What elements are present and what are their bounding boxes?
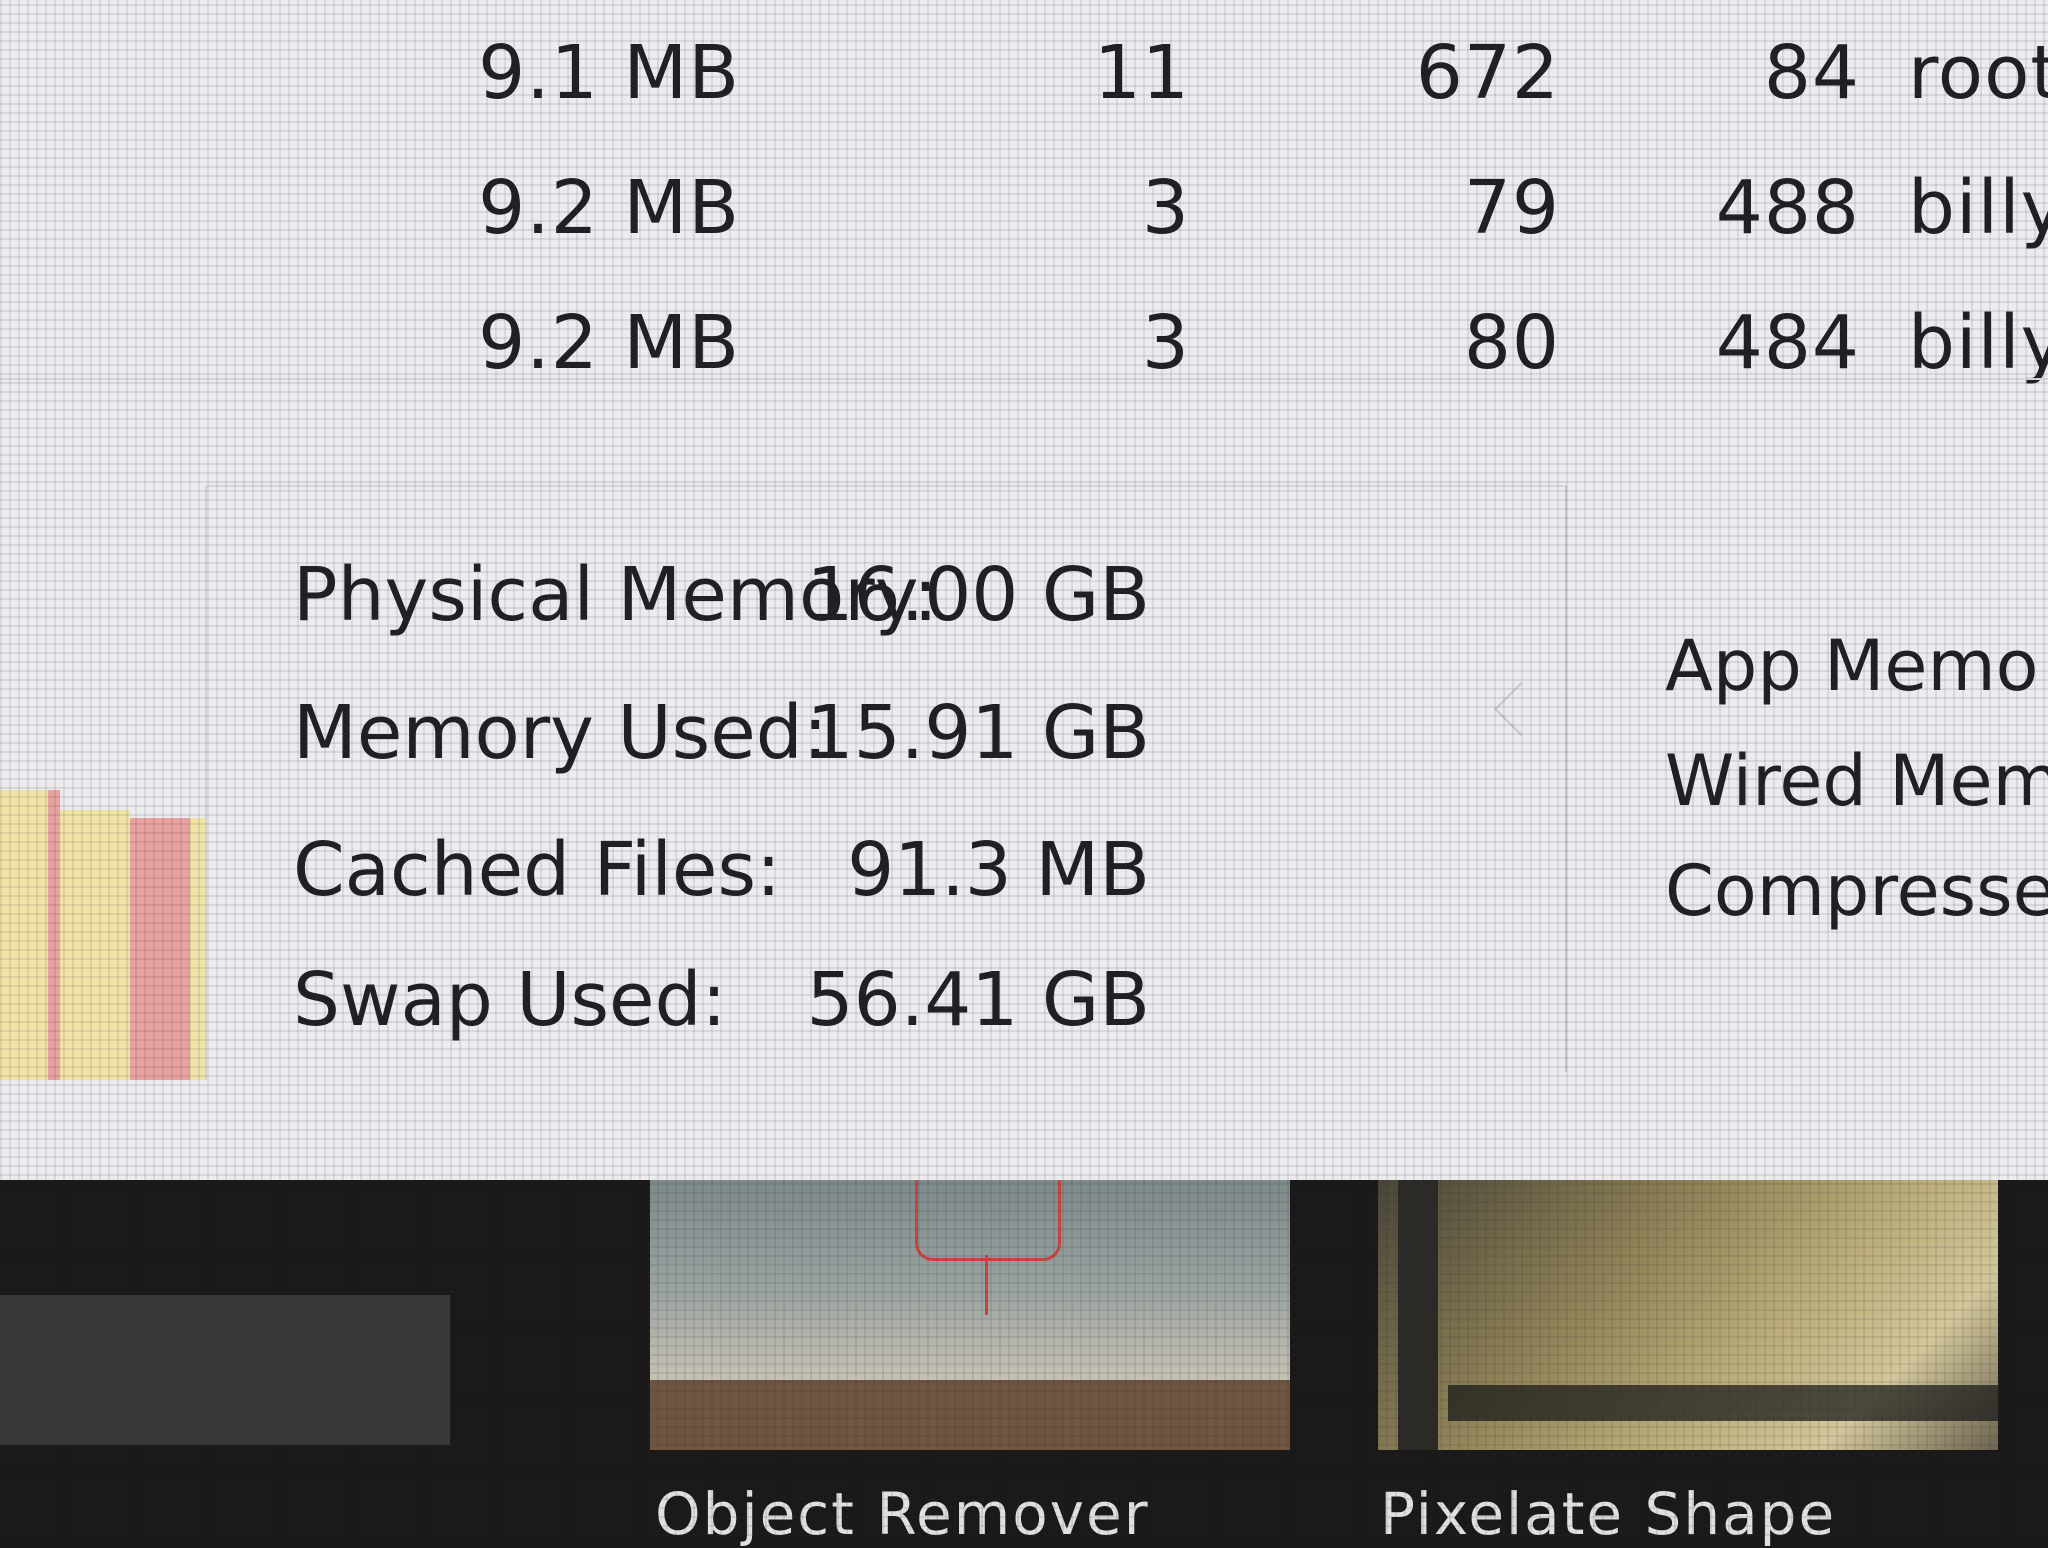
memory-summary-panel: Physical Memory: 16.00 GB Memory Used: 1… bbox=[0, 485, 2048, 1095]
dark-panel bbox=[0, 1295, 450, 1445]
ports-cell: 80 bbox=[1463, 300, 1560, 385]
user-cell: billy bbox=[1908, 165, 2048, 251]
table-row[interactable]: 9.2 MB 3 79 488 billy bbox=[0, 165, 2048, 285]
pid-cell: 484 bbox=[1715, 300, 1860, 385]
threads-cell: 11 bbox=[1093, 30, 1190, 116]
table-row[interactable]: 9.2 MB 3 80 484 billy bbox=[0, 300, 2048, 385]
pid-cell: 488 bbox=[1715, 165, 1860, 251]
user-cell: billy bbox=[1908, 300, 2048, 385]
memory-breakdown: App Memo Wired Mem Compresse bbox=[1665, 625, 2048, 1045]
ports-cell: 672 bbox=[1415, 30, 1560, 116]
pid-cell: 84 bbox=[1763, 30, 1860, 116]
scrubber-bar bbox=[1448, 1385, 1998, 1421]
memory-stats-box: Physical Memory: 16.00 GB Memory Used: 1… bbox=[205, 485, 1567, 1072]
memory-cell: 9.1 MB bbox=[478, 30, 740, 116]
pressure-bar bbox=[48, 790, 60, 1080]
memory-pressure-graph bbox=[0, 485, 207, 1080]
wired-memory-label: Wired Mem bbox=[1665, 740, 2048, 822]
table-row[interactable]: 9.1 MB 11 672 84 root bbox=[0, 30, 2048, 150]
object-remover-thumbnail[interactable] bbox=[650, 1180, 1290, 1450]
pressure-bar bbox=[130, 818, 190, 1080]
memory-cell: 9.2 MB bbox=[478, 300, 740, 385]
app-memory-label: App Memo bbox=[1665, 625, 2039, 707]
memory-cell: 9.2 MB bbox=[478, 165, 740, 251]
threads-cell: 3 bbox=[1141, 300, 1190, 385]
threads-cell: 3 bbox=[1141, 165, 1190, 251]
pressure-bar bbox=[190, 818, 205, 1080]
selection-handle bbox=[985, 1255, 988, 1315]
pixelate-shape-label[interactable]: Pixelate Shape bbox=[1380, 1480, 1836, 1548]
object-remover-label[interactable]: Object Remover bbox=[655, 1480, 1150, 1548]
memory-pressure-bars bbox=[0, 790, 205, 1080]
table-divider bbox=[0, 378, 2048, 380]
cached-files-value: 91.3 MB bbox=[847, 827, 1150, 913]
user-cell: root bbox=[1908, 30, 2048, 116]
selection-outline bbox=[915, 1180, 1061, 1261]
process-table: 9.1 MB 11 672 84 root 9.2 MB 3 79 488 bi… bbox=[0, 0, 2048, 385]
ports-cell: 79 bbox=[1463, 165, 1560, 251]
activity-monitor-window: 9.1 MB 11 672 84 root 9.2 MB 3 79 488 bi… bbox=[0, 0, 2048, 1180]
pressure-bar bbox=[60, 810, 130, 1080]
swap-used-value: 56.41 GB bbox=[806, 957, 1150, 1043]
thumbnail-strip: Object Remover Pixelate Shape bbox=[0, 1180, 2048, 1548]
physical-memory-value: 16.00 GB bbox=[806, 552, 1150, 638]
pixelate-shape-thumbnail[interactable] bbox=[1378, 1180, 1998, 1450]
scene-ground bbox=[650, 1380, 1290, 1450]
pressure-bar bbox=[0, 790, 48, 1080]
memory-used-value: 15.91 GB bbox=[806, 690, 1150, 776]
compressed-label: Compresse bbox=[1665, 850, 2048, 932]
tool-strip bbox=[1398, 1180, 1438, 1450]
